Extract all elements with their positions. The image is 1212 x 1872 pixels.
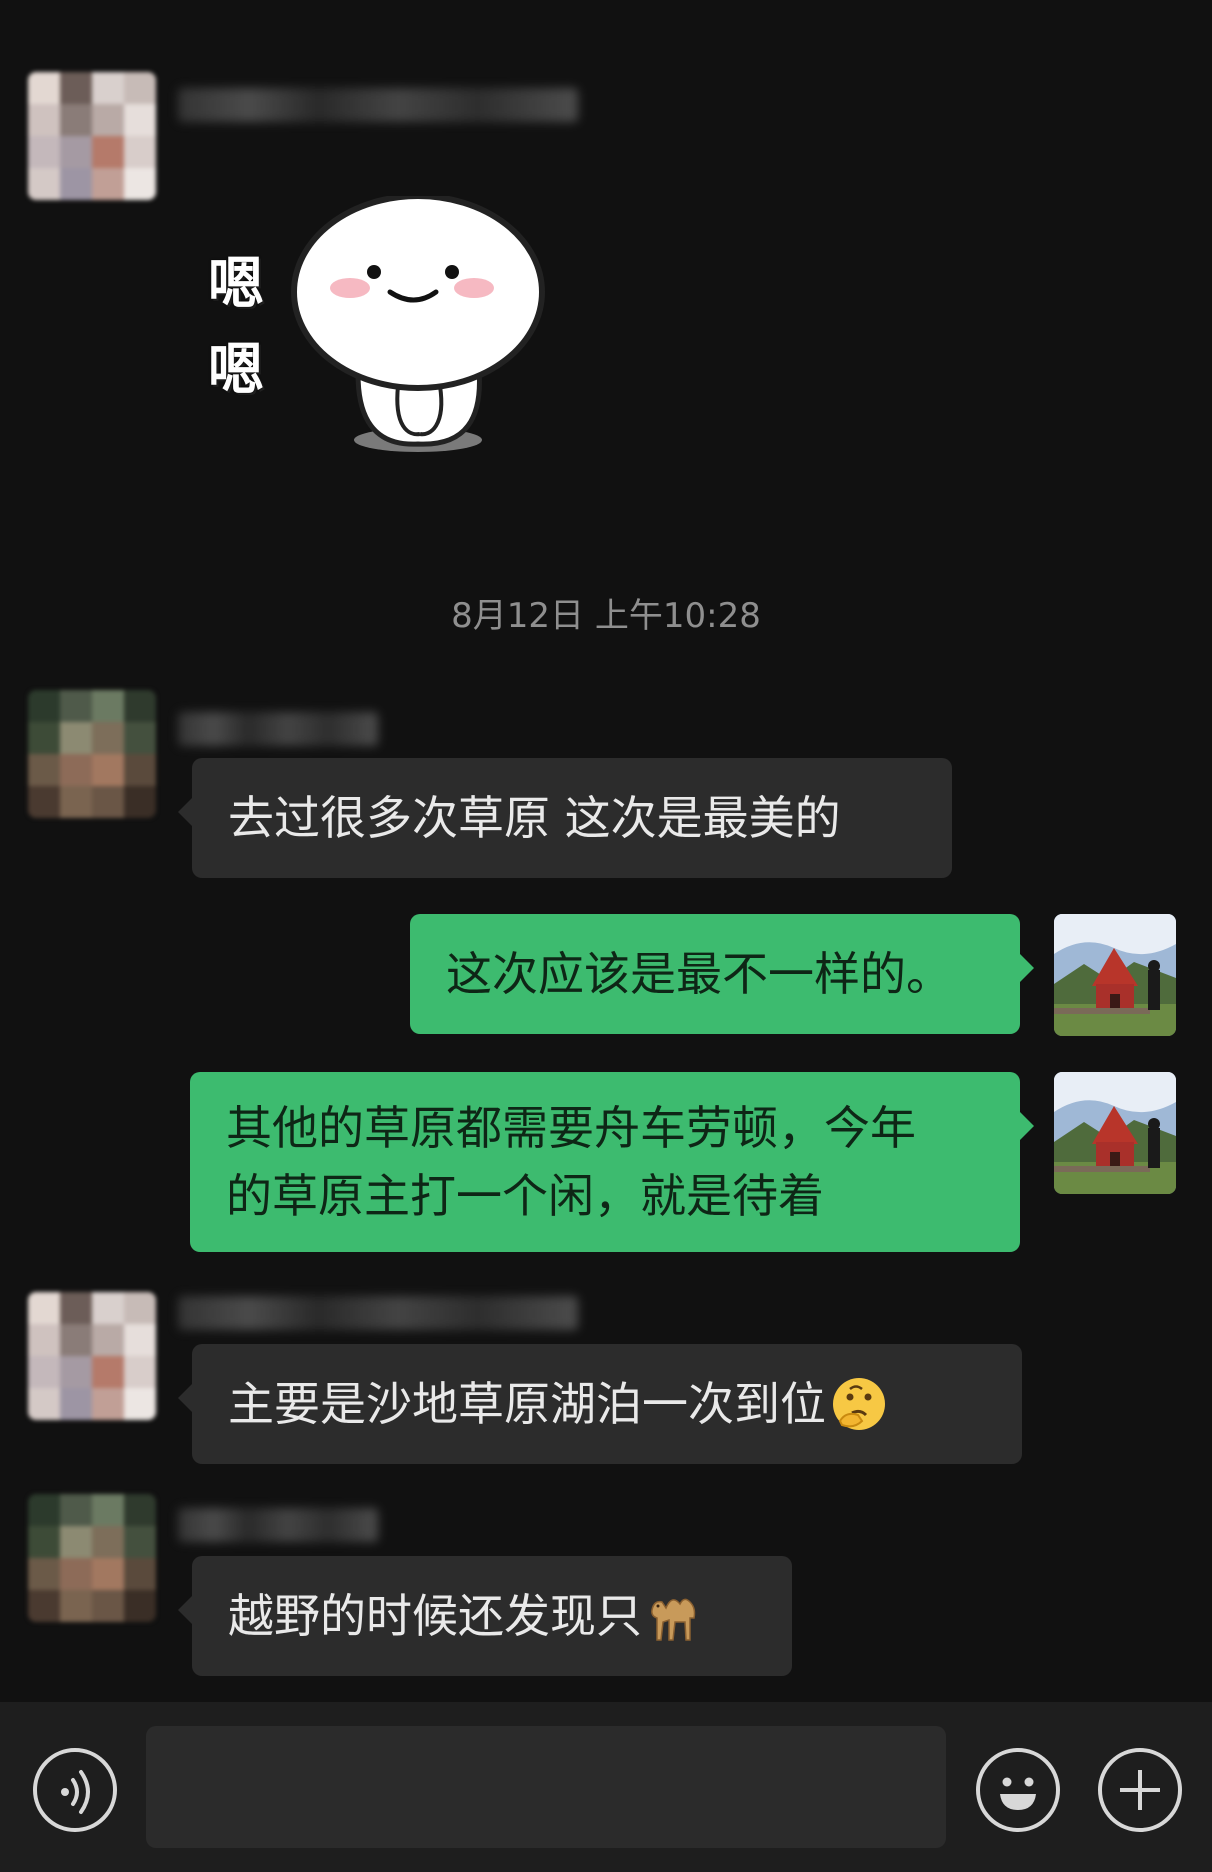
voice-icon[interactable]: [33, 1748, 117, 1832]
message-input[interactable]: [146, 1726, 946, 1848]
camel-emoji: [651, 1598, 696, 1641]
contact-avatar[interactable]: [28, 1494, 156, 1622]
message-text: 这次应该是最不一样的。: [446, 947, 952, 1001]
message-bubble-outgoing[interactable]: 其他的草原都需要舟车劳顿，今年 的草原主打一个闲，就是待着: [190, 1072, 1034, 1252]
contact-name-redacted: [178, 88, 578, 122]
message-text: 其他的草原都需要舟车劳顿，今年 的草原主打一个闲，就是待着: [226, 1101, 916, 1223]
message-bubble-incoming[interactable]: 越野的时候还发现只: [178, 1556, 792, 1676]
contact-name-redacted: [178, 1296, 578, 1330]
contact-avatar[interactable]: [28, 72, 156, 200]
message-text: 越野的时候还发现只: [228, 1589, 642, 1643]
sticker-round-face: [291, 196, 545, 452]
self-avatar[interactable]: [1054, 1072, 1176, 1194]
thinking-face-emoji: [833, 1378, 885, 1430]
timestamp: 8月12日 上午10:28: [451, 596, 761, 636]
self-avatar[interactable]: [1054, 914, 1176, 1036]
avatar-house-photo: [1054, 914, 1176, 1036]
message-text: 主要是沙地草原湖泊一次到位: [228, 1377, 826, 1431]
contact-avatar[interactable]: [28, 690, 156, 818]
emoji-icon[interactable]: [976, 1748, 1060, 1832]
message-bubble-outgoing[interactable]: 这次应该是最不一样的。: [410, 914, 1034, 1034]
message-text: 去过很多次草原 这次是最美的: [228, 791, 841, 845]
avatar-house-photo: [1054, 1072, 1176, 1194]
contact-name-redacted: [178, 712, 378, 746]
plus-icon[interactable]: [1098, 1748, 1182, 1832]
contact-avatar[interactable]: [28, 1292, 156, 1420]
message-bubble-incoming[interactable]: 去过很多次草原 这次是最美的: [178, 758, 952, 878]
contact-name-redacted: [178, 1508, 378, 1542]
message-bubble-incoming[interactable]: 主要是沙地草原湖泊一次到位: [178, 1344, 1022, 1464]
sticker[interactable]: 嗯 嗯: [200, 196, 560, 458]
sticker-caption: 嗯 嗯: [208, 252, 264, 403]
